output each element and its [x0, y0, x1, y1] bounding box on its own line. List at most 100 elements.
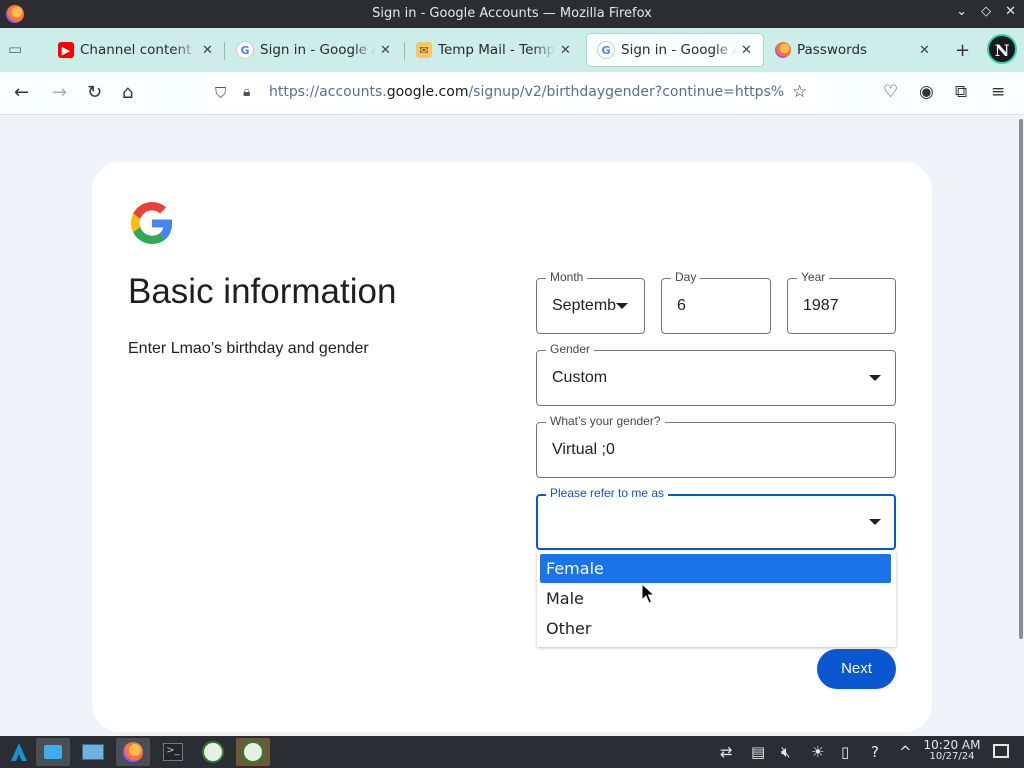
battery-icon[interactable]: ▯ — [841, 743, 849, 761]
extensions-icon[interactable]: ⧉ — [955, 82, 967, 102]
taskbar-file-manager-icon[interactable] — [76, 738, 110, 766]
lock-icon[interactable]: 🔒︎ — [243, 84, 250, 100]
new-tab-plus-icon[interactable]: + — [955, 40, 970, 61]
year-label: Year — [797, 270, 830, 284]
scrollbar-thumb[interactable] — [1019, 119, 1023, 639]
month-value: September — [552, 297, 616, 314]
gender-label: Gender — [546, 342, 595, 356]
close-window-icon[interactable]: ✕ — [1005, 4, 1016, 19]
tab-google-signin-active[interactable]: G Sign in - Google Accounts ✕ — [587, 34, 763, 66]
signup-card: Basic information Enter Lmao’s birthday … — [92, 162, 932, 732]
chevron-down-icon — [616, 303, 628, 309]
tab-label: Sign in - Google Accounts — [260, 42, 376, 58]
tab-separator — [404, 42, 405, 60]
brightness-icon[interactable]: ☀ — [811, 743, 824, 761]
day-label: Day — [671, 270, 701, 284]
forward-arrow-icon[interactable]: → — [52, 82, 67, 103]
url-bar[interactable]: ⛉ 🔒︎ https://accounts.google.com/signup/… — [207, 77, 817, 109]
year-input[interactable]: Year 1987 — [787, 270, 896, 334]
url-text[interactable]: https://accounts.google.com/signup/v2/bi… — [269, 84, 784, 100]
page-scrollbar[interactable] — [1018, 115, 1024, 736]
help-icon[interactable]: ? — [871, 743, 879, 761]
page-title: Basic information — [128, 272, 397, 311]
tab-label: Channel content - YouTube — [80, 42, 198, 58]
mail-icon: ✉ — [416, 42, 432, 58]
google-icon: G — [597, 41, 615, 59]
system-taskbar: >_ ⇄ ▤ 🔇︎ ☀ ▯ ? ^ 10:20 AM 10/27/24 — [0, 736, 1024, 768]
dropdown-option-female[interactable]: Female — [540, 554, 891, 583]
clock-time: 10:20 AM — [923, 738, 981, 752]
system-clock[interactable]: 10:20 AM 10/27/24 — [920, 739, 984, 763]
clock-date: 10/27/24 — [929, 751, 975, 762]
chevron-down-icon — [869, 519, 881, 525]
custom-gender-label: What’s your gender? — [546, 414, 665, 428]
window-title: Sign in - Google Accounts — Mozilla Fire… — [372, 6, 652, 21]
bookmark-star-icon[interactable]: ☆ — [792, 82, 807, 102]
month-label: Month — [546, 270, 588, 284]
url-path: /signup/v2/birthdaygender?continue=https… — [468, 84, 784, 100]
tab-close-icon[interactable]: ✕ — [380, 43, 394, 58]
tracking-shield-icon[interactable]: ⛉ — [215, 84, 231, 102]
home-icon[interactable]: ⌂ — [122, 82, 133, 103]
year-value: 1987 — [803, 297, 839, 314]
dropdown-option-other[interactable]: Other — [540, 614, 891, 643]
maximize-diamond-icon[interactable]: ◇ — [981, 4, 991, 19]
next-button[interactable]: Next — [817, 649, 896, 689]
taskbar-terminal-icon[interactable]: >_ — [156, 738, 190, 766]
tab-youtube[interactable]: ▶ Channel content - YouTube ✕ — [48, 34, 224, 66]
tab-separator — [224, 42, 225, 60]
pronoun-select[interactable]: Please refer to me as — [536, 486, 896, 550]
day-input[interactable]: Day 6 — [661, 270, 771, 334]
window-titlebar: Sign in - Google Accounts — Mozilla Fire… — [0, 0, 1024, 28]
pronoun-label: Please refer to me as — [546, 486, 669, 500]
custom-gender-value: Virtual ;0 — [552, 441, 615, 458]
show-desktop-icon[interactable] — [993, 744, 1009, 758]
pronoun-dropdown-list: Female Male Other — [537, 551, 896, 647]
app-launcher-icon[interactable] — [2, 738, 36, 766]
reload-icon[interactable]: ↻ — [87, 82, 102, 103]
tab-label: Sign in - Google Accounts — [621, 42, 737, 58]
dropdown-option-male[interactable]: Male — [540, 584, 891, 613]
network-tray-icon[interactable]: ⇄ — [720, 743, 733, 761]
pocket-icon[interactable]: ♡ — [883, 82, 898, 102]
gender-select[interactable]: Gender Custom — [536, 342, 896, 406]
youtube-icon: ▶ — [58, 42, 74, 58]
taskbar-app-green-icon[interactable] — [196, 738, 230, 766]
tab-strip: ▭ ▶ Channel content - YouTube ✕ G Sign i… — [0, 28, 1024, 72]
url-prefix: https://accounts. — [269, 84, 387, 100]
day-value: 6 — [677, 297, 686, 314]
back-arrow-icon[interactable]: ← — [14, 82, 29, 103]
tab-label: Passwords — [797, 42, 868, 58]
page-subtitle: Enter Lmao’s birthday and gender — [128, 340, 369, 357]
taskbar-app-active-icon[interactable] — [236, 738, 270, 766]
tab-label: Temp Mail - Temporary Email — [438, 42, 556, 58]
google-icon: G — [236, 41, 254, 59]
taskbar-files-icon[interactable] — [36, 738, 70, 766]
tab-passwords[interactable]: Passwords ✕ — [765, 34, 941, 66]
chevron-down-icon — [869, 375, 881, 381]
mouse-cursor-icon — [641, 583, 655, 604]
minimize-chevron-icon[interactable]: ⌄ — [956, 4, 967, 19]
tab-close-icon[interactable]: ✕ — [560, 43, 574, 58]
taskbar-firefox-icon[interactable] — [116, 738, 150, 766]
clipboard-tray-icon[interactable]: ▤ — [751, 743, 765, 761]
url-domain: google.com — [386, 84, 469, 100]
google-logo-icon — [131, 202, 173, 244]
menu-hamburger-icon[interactable]: ≡ — [991, 82, 1005, 102]
custom-gender-input[interactable]: What’s your gender? Virtual ;0 — [536, 414, 896, 478]
firefox-icon — [775, 42, 791, 58]
month-select[interactable]: Month September — [536, 270, 645, 334]
tab-temp-mail[interactable]: ✉ Temp Mail - Temporary Email ✕ — [406, 34, 582, 66]
profile-avatar[interactable]: N — [987, 34, 1017, 64]
tab-close-icon[interactable]: ✕ — [741, 43, 755, 58]
tab-google-signin-1[interactable]: G Sign in - Google Accounts ✕ — [226, 34, 402, 66]
volume-muted-icon[interactable]: 🔇︎ — [781, 743, 790, 761]
navigation-bar: ← → ↻ ⌂ ⛉ 🔒︎ https://accounts.google.com… — [0, 72, 1024, 115]
account-icon[interactable]: ◉ — [919, 82, 934, 102]
tray-expand-chevron-icon[interactable]: ^ — [899, 743, 912, 761]
tab-close-icon[interactable]: ✕ — [202, 43, 216, 58]
tab-close-icon[interactable]: ✕ — [919, 43, 933, 58]
page-content: Basic information Enter Lmao’s birthday … — [0, 115, 1018, 736]
gender-value: Custom — [552, 369, 608, 386]
tab-tray-icon[interactable]: ▭ — [8, 40, 30, 62]
